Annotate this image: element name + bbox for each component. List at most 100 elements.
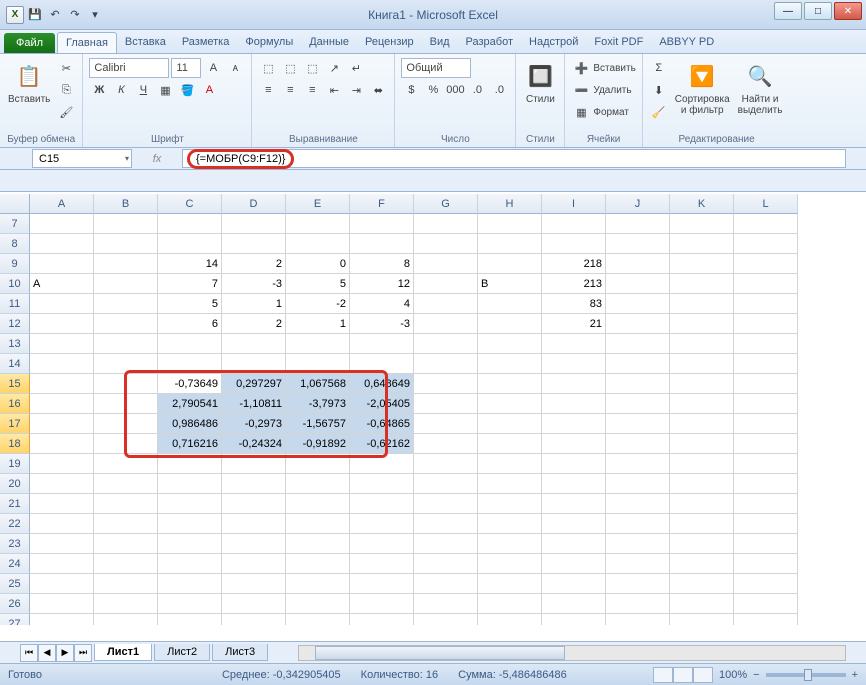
cell-F27[interactable] [350,614,414,625]
cell-A19[interactable] [30,454,94,474]
cell-I9[interactable]: 218 [542,254,606,274]
ribbon-tab-1[interactable]: Вставка [117,32,174,53]
cell-K26[interactable] [670,594,734,614]
cell-E18[interactable]: -0,91892 [286,434,350,454]
cell-D18[interactable]: -0,24324 [222,434,286,454]
qat-dropdown-icon[interactable]: ▾ [86,6,104,24]
cell-G25[interactable] [414,574,478,594]
cell-B23[interactable] [94,534,158,554]
row-header-24[interactable]: 24 [0,554,30,574]
cell-D23[interactable] [222,534,286,554]
cell-F11[interactable]: 4 [350,294,414,314]
cell-A7[interactable] [30,214,94,234]
cell-D19[interactable] [222,454,286,474]
zoom-in-button[interactable]: + [852,669,858,681]
cell-A25[interactable] [30,574,94,594]
cell-F8[interactable] [350,234,414,254]
zoom-level[interactable]: 100% [719,669,747,681]
cell-B25[interactable] [94,574,158,594]
cell-C25[interactable] [158,574,222,594]
row-header-10[interactable]: 10 [0,274,30,294]
ribbon-tab-5[interactable]: Рецензир [357,32,422,53]
cell-A21[interactable] [30,494,94,514]
cell-L13[interactable] [734,334,798,354]
row-header-13[interactable]: 13 [0,334,30,354]
fill-button[interactable]: ⬇ [649,80,669,100]
cell-K19[interactable] [670,454,734,474]
cell-E23[interactable] [286,534,350,554]
cell-A20[interactable] [30,474,94,494]
cell-D24[interactable] [222,554,286,574]
cell-F16[interactable]: -2,05405 [350,394,414,414]
cell-D8[interactable] [222,234,286,254]
cell-K9[interactable] [670,254,734,274]
cell-I26[interactable] [542,594,606,614]
cell-F23[interactable] [350,534,414,554]
maximize-button[interactable]: □ [804,2,832,20]
cell-I13[interactable] [542,334,606,354]
cell-B9[interactable] [94,254,158,274]
cell-D27[interactable] [222,614,286,625]
col-header-E[interactable]: E [286,194,350,214]
cell-G21[interactable] [414,494,478,514]
cell-I22[interactable] [542,514,606,534]
cell-J23[interactable] [606,534,670,554]
cell-L25[interactable] [734,574,798,594]
format-painter-button[interactable]: 🖌 [56,102,76,122]
cell-E7[interactable] [286,214,350,234]
cell-I23[interactable] [542,534,606,554]
row-header-7[interactable]: 7 [0,214,30,234]
zoom-out-button[interactable]: − [753,669,759,681]
decrease-indent-button[interactable]: ⇤ [324,80,344,100]
cell-K15[interactable] [670,374,734,394]
cell-I21[interactable] [542,494,606,514]
ribbon-tab-7[interactable]: Разработ [458,32,521,53]
cell-G24[interactable] [414,554,478,574]
cell-J11[interactable] [606,294,670,314]
cell-L15[interactable] [734,374,798,394]
cell-G9[interactable] [414,254,478,274]
sheet-nav-first[interactable]: ⏮ [20,644,38,662]
font-size-combo[interactable]: 11 [171,58,201,78]
horizontal-scrollbar[interactable] [298,645,846,661]
cell-F9[interactable]: 8 [350,254,414,274]
cell-E10[interactable]: 5 [286,274,350,294]
cell-H8[interactable] [478,234,542,254]
cell-J15[interactable] [606,374,670,394]
cell-E21[interactable] [286,494,350,514]
cell-G23[interactable] [414,534,478,554]
cell-L26[interactable] [734,594,798,614]
cell-H13[interactable] [478,334,542,354]
align-center-button[interactable]: ≡ [280,80,300,100]
cell-L27[interactable] [734,614,798,625]
cell-A11[interactable] [30,294,94,314]
increase-indent-button[interactable]: ⇥ [346,80,366,100]
namebox-dropdown-icon[interactable]: ▾ [125,154,129,163]
cell-C21[interactable] [158,494,222,514]
cell-H10[interactable]: B [478,274,542,294]
cell-C27[interactable] [158,614,222,625]
scrollbar-thumb[interactable] [315,646,565,660]
cell-H19[interactable] [478,454,542,474]
cell-D17[interactable]: -0,2973 [222,414,286,434]
cell-D9[interactable]: 2 [222,254,286,274]
row-header-8[interactable]: 8 [0,234,30,254]
ribbon-tab-9[interactable]: Foxit PDF [586,32,651,53]
italic-button[interactable]: К [111,80,131,100]
cell-D21[interactable] [222,494,286,514]
align-top-button[interactable]: ⬚ [258,58,278,78]
excel-icon[interactable]: X [6,6,24,24]
view-pagebreak[interactable] [693,667,713,683]
cell-B27[interactable] [94,614,158,625]
sheet-tab-0[interactable]: Лист1 [94,644,152,661]
cell-A16[interactable] [30,394,94,414]
delete-cells-button[interactable]: ➖Удалить [571,80,635,100]
cell-J22[interactable] [606,514,670,534]
col-header-I[interactable]: I [542,194,606,214]
cell-B16[interactable] [94,394,158,414]
sheet-nav-last[interactable]: ⏭ [74,644,92,662]
cell-B12[interactable] [94,314,158,334]
cell-B13[interactable] [94,334,158,354]
cell-B19[interactable] [94,454,158,474]
cell-K12[interactable] [670,314,734,334]
